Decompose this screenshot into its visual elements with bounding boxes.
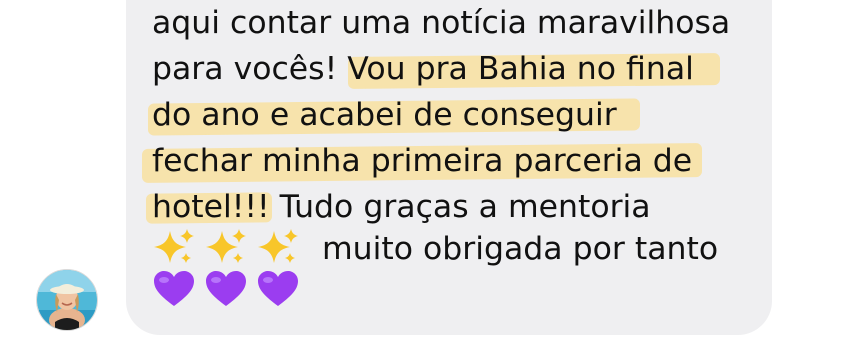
chat-view: aqui contar uma notícia maravilhosa para… [0,0,860,351]
sparkles-row: muito obrigada por tanto [152,226,718,272]
purple-heart-icon [152,269,196,313]
sparkles-icon [256,227,300,271]
purple-heart-icon [204,269,248,313]
message-line: fechar minha primeira parceria de [152,138,692,184]
message-line: hotel!!! Tudo graças a mentoria [152,184,651,230]
message-text: Tudo graças a mentoria [279,189,651,225]
avatar[interactable] [36,269,98,331]
sparkles-icon [204,227,248,271]
message-line: para vocês! Vou pra Bahia no final [152,46,694,92]
sparkles-icon [152,227,196,271]
message-text-highlighted: hotel!!! [152,189,270,225]
message-text-highlighted: fechar minha primeira parceria de [152,143,693,179]
purple-heart-icon [256,269,300,313]
message-text: aqui contar uma notícia maravilhosa [152,5,731,41]
profile-photo [37,270,97,330]
message-line: do ano e acabei de conseguir [152,92,617,138]
message-text: para vocês! [152,51,338,87]
message-text-highlighted: do ano e acabei de conseguir [152,97,617,133]
message-text-highlighted: Vou pra Bahia no final [347,51,694,87]
message-line: aqui contar uma notícia maravilhosa [152,0,730,46]
message-text: muito obrigada por tanto [322,231,719,267]
hearts-row [152,268,300,314]
